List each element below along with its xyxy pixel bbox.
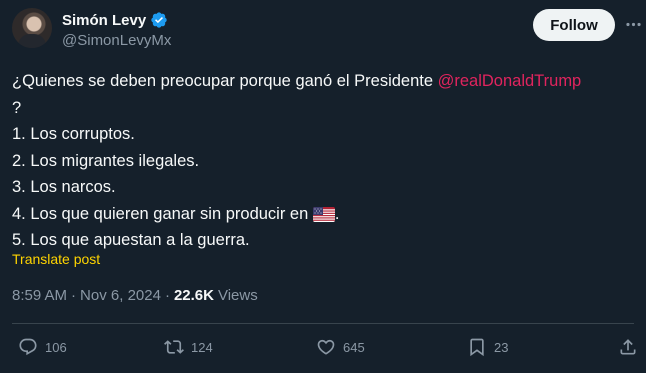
translate-post-link[interactable]: Translate post (12, 251, 100, 267)
action-bar: 106 124 645 23 (0, 337, 646, 365)
meta-separator: · (71, 287, 77, 304)
bookmark-count: 23 (494, 339, 509, 355)
repost-icon (164, 340, 184, 354)
verified-badge-icon (151, 12, 167, 28)
views-label: Views (217, 287, 258, 304)
list-item: 2. Los migrantes ilegales. (12, 151, 200, 170)
tweet-question-mark: ? (12, 98, 22, 117)
bookmark-icon (470, 338, 484, 357)
reply-button[interactable]: 106 (18, 337, 67, 357)
list-item: 3. Los narcos. (12, 178, 116, 196)
repost-count: 124 (191, 339, 213, 355)
tweet-intro: ¿Quienes se deben preocupar porque ganó … (12, 72, 438, 90)
tweet-text: ¿Quienes se deben preocupar porque ganó … (12, 68, 642, 254)
tweet-time[interactable]: 8:59 AM (12, 287, 67, 304)
more-options-icon[interactable] (623, 14, 643, 34)
divider (12, 323, 634, 324)
list-item-suffix: . (334, 204, 340, 223)
author-handle[interactable]: @SimonLevyMx (62, 32, 171, 49)
heart-icon (317, 339, 335, 355)
mention-link[interactable]: @realDonaldTrump (438, 72, 582, 90)
bookmark-button[interactable]: 23 (467, 337, 508, 357)
avatar[interactable] (12, 8, 52, 48)
like-count: 645 (343, 339, 365, 355)
tweet-date[interactable]: Nov 6, 2024 (80, 287, 161, 304)
author-display-name[interactable]: Simón Levy (62, 12, 146, 29)
tweet-meta: 8:59 AM · Nov 6, 2024 · 22.6K Views (12, 287, 258, 304)
list-item-text: 4. Los que quieren ganar sin producir en (12, 204, 313, 223)
tweet-line-1: ¿Quienes se deben preocupar porque ganó … (12, 68, 642, 95)
meta-separator: · (164, 287, 170, 304)
list-item: 1. Los corruptos. (12, 125, 135, 143)
views-count: 22.6K (173, 287, 214, 304)
reply-count: 106 (45, 339, 67, 355)
list-item: 4. Los que quieren ganar sin producir en… (12, 201, 642, 228)
list-item: 5. Los que apuestan a la guerra. (12, 231, 250, 249)
repost-button[interactable]: 124 (164, 337, 213, 357)
us-flag-icon (312, 206, 335, 222)
share-button[interactable] (618, 337, 638, 357)
author-name-row: Simón Levy (62, 11, 168, 29)
reply-icon (19, 338, 37, 356)
share-icon (620, 339, 636, 355)
follow-button[interactable]: Follow (533, 9, 615, 41)
like-button[interactable]: 645 (316, 337, 365, 357)
